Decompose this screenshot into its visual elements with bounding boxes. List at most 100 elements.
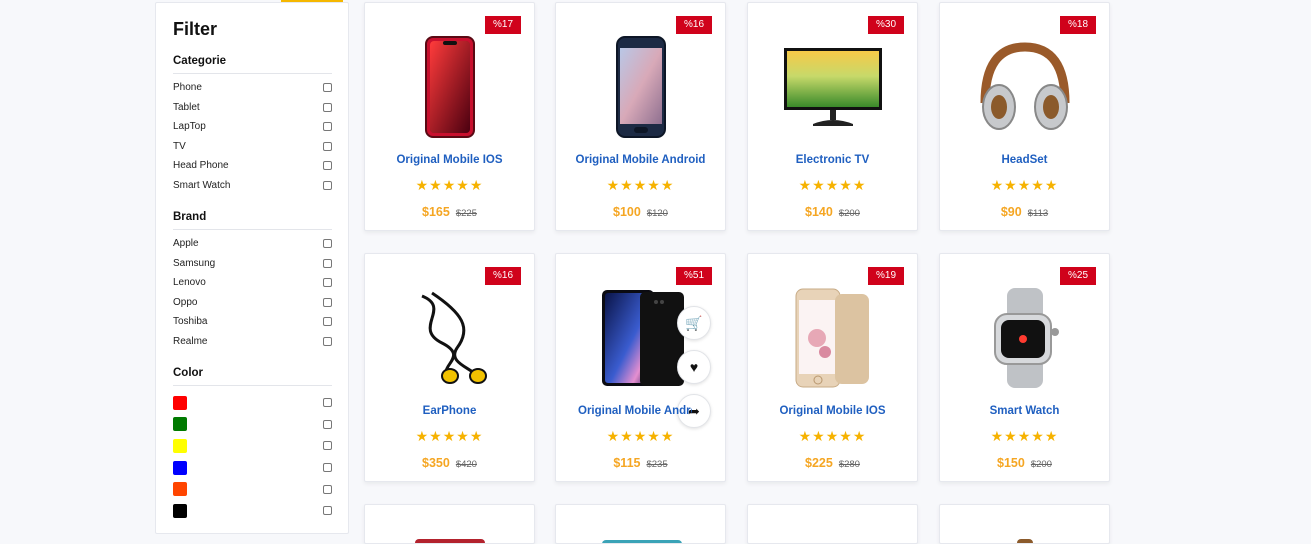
category-checkbox[interactable] xyxy=(323,122,332,132)
brand-option-oppo[interactable]: Oppo xyxy=(173,293,332,313)
color-option[interactable] xyxy=(173,392,332,414)
product-price: $165 xyxy=(422,205,450,219)
product-price: $225 xyxy=(805,456,833,470)
product-image-partial xyxy=(1017,539,1033,543)
product-name[interactable]: Original Mobile IOS xyxy=(365,154,534,166)
product-name[interactable]: HeadSet xyxy=(940,154,1109,166)
product-price: $90 xyxy=(1000,205,1022,219)
product-card[interactable]: %19 Original Mobile IOS ★★★★★ $225 $280 xyxy=(747,253,918,482)
color-swatch xyxy=(173,460,187,475)
color-checkbox[interactable] xyxy=(323,463,332,473)
color-option[interactable] xyxy=(173,457,332,479)
category-checkbox[interactable] xyxy=(323,102,332,112)
product-card[interactable] xyxy=(939,504,1110,544)
product-price: $140 xyxy=(805,205,833,219)
brand-checkbox[interactable] xyxy=(323,278,332,288)
category-checkbox[interactable] xyxy=(323,180,332,190)
old-price: $420 xyxy=(455,459,477,470)
product-card[interactable]: %16 EarPhone ★★★★★ $350 $420 xyxy=(364,253,535,482)
add-to-cart-button[interactable]: 🛒 xyxy=(677,306,711,340)
smartwatch-image[interactable] xyxy=(940,282,1109,394)
brand-option-toshiba[interactable]: Toshiba xyxy=(173,312,332,332)
category-option-tv[interactable]: TV xyxy=(173,137,332,157)
old-price: $200 xyxy=(1030,459,1052,470)
wishlist-button[interactable]: ♥ xyxy=(677,350,711,384)
filter-title: Filter xyxy=(173,19,218,39)
category-checkbox[interactable] xyxy=(323,83,332,93)
rating-stars: ★★★★★ xyxy=(798,177,867,193)
filter-sidebar: Filter Categorie Phone Tablet LapTop TV … xyxy=(155,2,349,534)
category-option-head-phone[interactable]: Head Phone xyxy=(173,156,332,176)
red-iphone-image[interactable] xyxy=(365,31,534,143)
product-image-partial xyxy=(602,540,682,543)
product-name[interactable]: EarPhone xyxy=(365,405,534,417)
color-checkbox[interactable] xyxy=(323,484,332,494)
product-price: $350 xyxy=(422,456,450,470)
color-checkbox[interactable] xyxy=(323,419,332,429)
brand-option-samsung[interactable]: Samsung xyxy=(173,254,332,274)
earphones-image[interactable] xyxy=(365,282,534,394)
category-option-smart-watch[interactable]: Smart Watch xyxy=(173,176,332,196)
color-title: Color xyxy=(173,367,332,386)
brand-list: Apple Samsung Lenovo Oppo Toshiba Realme xyxy=(173,234,332,351)
old-price: $113 xyxy=(1027,208,1049,219)
product-image-partial xyxy=(415,539,485,543)
galaxy-phone-image[interactable] xyxy=(556,31,725,143)
old-price: $120 xyxy=(646,208,668,219)
product-card[interactable]: %51 🛒 ♥ ➦ Original Mobile Android ★★★★★ … xyxy=(555,253,726,482)
brand-checkbox[interactable] xyxy=(323,336,332,346)
category-title: Categorie xyxy=(173,55,332,74)
rating-stars: ★★★★★ xyxy=(990,177,1059,193)
product-name[interactable]: Original Mobile Android xyxy=(556,405,692,417)
cart-icon: 🛒 xyxy=(685,314,703,331)
color-list xyxy=(173,392,332,522)
monitor-image[interactable] xyxy=(748,31,917,143)
category-list: Phone Tablet LapTop TV Head Phone Smart … xyxy=(173,78,332,195)
product-name[interactable]: Electronic TV xyxy=(748,154,917,166)
gold-iphone-image[interactable] xyxy=(748,282,917,394)
brand-title: Brand xyxy=(173,211,332,230)
heart-icon: ♥ xyxy=(689,359,699,375)
product-name[interactable]: Smart Watch xyxy=(940,405,1109,417)
brand-option-apple[interactable]: Apple xyxy=(173,234,332,254)
brand-option-realme[interactable]: Realme xyxy=(173,332,332,352)
color-checkbox[interactable] xyxy=(323,398,332,408)
headphones-image[interactable] xyxy=(940,31,1109,143)
category-option-tablet[interactable]: Tablet xyxy=(173,98,332,118)
color-option[interactable] xyxy=(173,414,332,436)
color-option[interactable] xyxy=(173,500,332,522)
brand-checkbox[interactable] xyxy=(323,239,332,249)
product-card[interactable]: %17 Original Mobile IOS ★★★★★ $165 $225 xyxy=(364,2,535,231)
rating-stars: ★★★★★ xyxy=(606,177,675,193)
brand-checkbox[interactable] xyxy=(323,297,332,307)
product-card[interactable]: %16 Original Mobile Android ★★★★★ $100 $1… xyxy=(555,2,726,231)
product-card[interactable] xyxy=(747,504,918,544)
brand-option-lenovo[interactable]: Lenovo xyxy=(173,273,332,293)
brand-checkbox[interactable] xyxy=(323,317,332,327)
rating-stars: ★★★★★ xyxy=(606,428,675,444)
product-name[interactable]: Original Mobile IOS xyxy=(748,405,917,417)
product-card[interactable] xyxy=(555,504,726,544)
rating-stars: ★★★★★ xyxy=(415,428,484,444)
product-card[interactable]: %18 HeadSet ★★★★★ $90 $113 xyxy=(939,2,1110,231)
product-card[interactable] xyxy=(364,504,535,544)
rating-stars: ★★★★★ xyxy=(415,177,484,193)
brand-checkbox[interactable] xyxy=(323,258,332,268)
old-price: $235 xyxy=(646,459,668,470)
color-swatch xyxy=(173,482,187,497)
color-checkbox[interactable] xyxy=(323,506,332,516)
category-checkbox[interactable] xyxy=(323,141,332,151)
category-checkbox[interactable] xyxy=(323,161,332,171)
color-swatch xyxy=(173,395,187,410)
color-checkbox[interactable] xyxy=(323,441,332,451)
color-option[interactable] xyxy=(173,435,332,457)
product-price: $150 xyxy=(997,456,1025,470)
category-option-laptop[interactable]: LapTop xyxy=(173,117,332,137)
product-card[interactable]: %25 Smart Watch ★★★★★ $150 $200 xyxy=(939,253,1110,482)
product-price: $100 xyxy=(613,205,641,219)
category-option-phone[interactable]: Phone xyxy=(173,78,332,98)
product-card[interactable]: %30 Electronic TV ★★★★★ $140 $200 xyxy=(747,2,918,231)
product-name[interactable]: Original Mobile Android xyxy=(556,154,725,166)
rating-stars: ★★★★★ xyxy=(990,428,1059,444)
color-option[interactable] xyxy=(173,478,332,500)
